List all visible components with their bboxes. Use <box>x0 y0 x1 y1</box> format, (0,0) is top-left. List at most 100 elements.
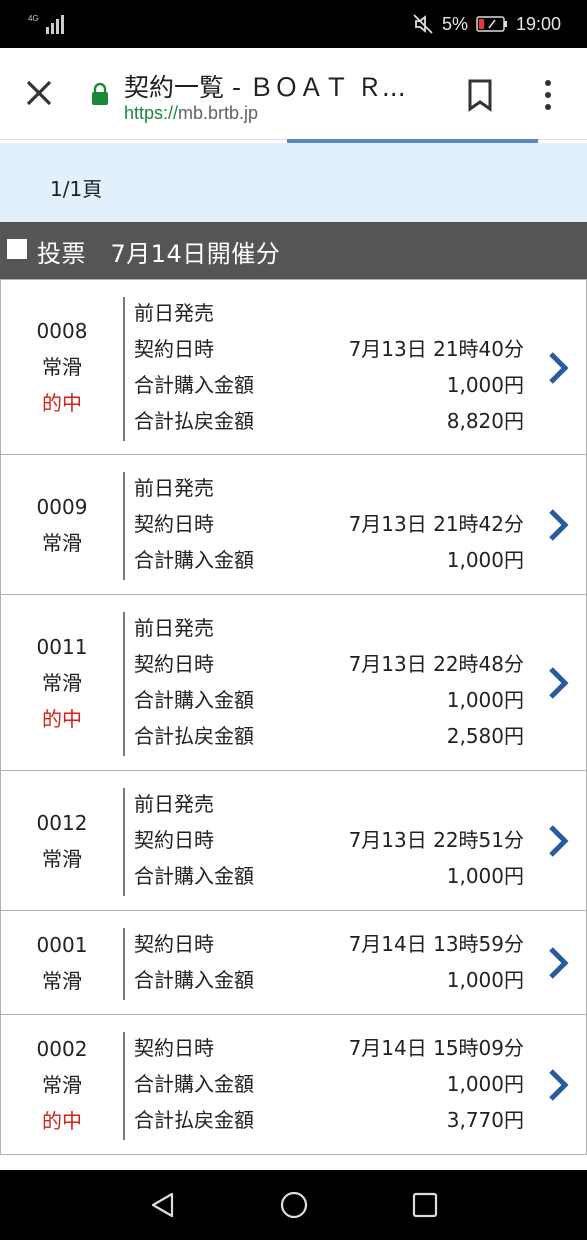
chevron-right-icon[interactable] <box>546 945 570 981</box>
ticket-venue: 常滑 <box>42 530 82 555</box>
detail-row: 合計払戻金額 8,820円 <box>134 403 524 439</box>
detail-value: 7月13日 21時40分 <box>348 337 524 361</box>
detail-row: 合計購入金額 1,000円 <box>134 1066 524 1102</box>
ticket-venue: 常滑 <box>42 355 82 379</box>
ticket-card[interactable]: 0002 常滑 的中 契約日時 7月14日 15時09分 合計購入金額 1,000円 合計払戻… <box>0 1015 587 1155</box>
more-vert-icon[interactable] <box>540 78 556 112</box>
ticket-card[interactable]: 0012 常滑 前日発売契約日時 7月13日 22時51分合計購入金額 1,000円 <box>0 771 587 911</box>
detail-value: 7月13日 22時51分 <box>348 828 524 852</box>
detail-row: 合計購入金額 1,000円 <box>134 962 524 998</box>
ticket-venue: 常滑 <box>42 670 82 695</box>
detail-label: 合計購入金額 <box>134 688 254 712</box>
detail-label: 契約日時 <box>134 932 214 956</box>
detail-label: 契約日時 <box>134 652 214 676</box>
detail-value: 8,820円 <box>446 409 524 433</box>
mute-icon <box>413 14 433 34</box>
ticket-venue: 常滑 <box>42 846 82 871</box>
detail-label: 合計払戻金額 <box>134 1108 254 1132</box>
detail-row: 契約日時 7月13日 22時48分 <box>134 646 524 682</box>
hit-badge: 的中 <box>42 391 82 415</box>
ticket-summary: 0001 常滑 <box>1 911 123 1014</box>
detail-label: 合計購入金額 <box>134 864 254 888</box>
ticket-card[interactable]: 0009 常滑 前日発売契約日時 7月13日 21時42分合計購入金額 1,000円 <box>0 455 587 595</box>
bookmark-icon[interactable] <box>466 78 494 112</box>
detail-value: 1,000円 <box>446 864 524 888</box>
status-bar: 4G 5% 19:00 <box>0 0 587 48</box>
detail-label: 合計購入金額 <box>134 968 254 992</box>
detail-row: 合計購入金額 1,000円 <box>134 542 524 578</box>
column-divider <box>123 928 125 1000</box>
detail-row: 合計払戻金額 2,580円 <box>134 718 524 754</box>
ticket-details: 前日発売 契約日時 7月13日 22時48分 合計購入金額 1,000円 合計払戻金額 2,… <box>134 610 524 754</box>
column-divider <box>123 788 125 896</box>
ticket-details: 契約日時 7月14日 13時59分合計購入金額 1,000円 <box>134 926 524 998</box>
detail-label: 契約日時 <box>134 1036 214 1060</box>
detail-value: 1,000円 <box>446 548 524 572</box>
section-header: 投票 7月14日開催分 <box>0 222 587 279</box>
ticket-number: 0001 <box>36 932 88 957</box>
ticket-venue: 常滑 <box>42 968 82 993</box>
detail-row: 合計購入金額 1,000円 <box>134 858 524 894</box>
chevron-right-icon[interactable] <box>546 1067 570 1103</box>
detail-row: 契約日時 7月13日 21時42分 <box>134 506 524 542</box>
battery-percent: 5% <box>441 13 468 34</box>
back-nav-icon[interactable] <box>148 1190 178 1220</box>
detail-value: 1,000円 <box>446 373 524 397</box>
detail-row: 前日発売 <box>134 295 524 331</box>
detail-label: 前日発売 <box>134 792 214 816</box>
hit-badge: 的中 <box>42 706 82 731</box>
lock-icon <box>92 82 108 105</box>
page-title: 契約一覧 - ＢＯＡＴ Ｒ... <box>124 73 406 102</box>
chevron-right-icon[interactable] <box>546 665 570 701</box>
detail-value: 7月14日 15時09分 <box>348 1036 524 1060</box>
detail-row: 契約日時 7月14日 15時09分 <box>134 1030 524 1066</box>
detail-label: 前日発売 <box>134 476 214 500</box>
column-divider <box>123 612 125 756</box>
ticket-details: 前日発売契約日時 7月13日 22時51分合計購入金額 1,000円 <box>134 786 524 894</box>
ticket-summary: 0009 常滑 <box>1 455 123 594</box>
detail-row: 前日発売 <box>134 786 524 822</box>
ticket-card[interactable]: 0001 常滑 契約日時 7月14日 13時59分合計購入金額 1,000円 <box>0 911 587 1015</box>
detail-label: 契約日時 <box>134 512 214 536</box>
column-divider <box>123 472 125 580</box>
system-nav-bar <box>0 1170 587 1240</box>
detail-row: 前日発売 <box>134 610 524 646</box>
ticket-details: 前日発売契約日時 7月13日 21時42分合計購入金額 1,000円 <box>134 470 524 578</box>
detail-value: 3,770円 <box>446 1108 524 1132</box>
url-host: mb.brtb.jp <box>178 103 259 123</box>
detail-label: 合計購入金額 <box>134 548 254 572</box>
detail-row: 契約日時 7月13日 21時40分 <box>134 331 524 367</box>
detail-row: 契約日時 7月13日 22時51分 <box>134 822 524 858</box>
detail-value: 7月13日 22時48分 <box>348 652 524 676</box>
page-indicator: 1/1頁 <box>50 177 103 201</box>
detail-label: 合計払戻金額 <box>134 724 254 748</box>
close-icon[interactable] <box>22 76 56 110</box>
chevron-right-icon[interactable] <box>546 507 570 543</box>
detail-label: 合計購入金額 <box>134 1072 254 1096</box>
ticket-number: 0002 <box>36 1036 88 1061</box>
ticket-card[interactable]: 0008 常滑 的中 前日発売 契約日時 7月13日 21時40分 合計購入金額 1,000円… <box>0 279 587 455</box>
detail-label: 前日発売 <box>134 301 214 325</box>
column-divider <box>123 297 125 441</box>
home-nav-icon[interactable] <box>279 1190 309 1220</box>
recents-nav-icon[interactable] <box>410 1190 440 1220</box>
detail-row: 合計払戻金額 3,770円 <box>134 1102 524 1138</box>
chevron-right-icon[interactable] <box>546 823 570 859</box>
ticket-summary: 0012 常滑 <box>1 771 123 910</box>
detail-value: 7月14日 13時59分 <box>348 932 524 956</box>
status-time: 19:00 <box>515 13 561 34</box>
detail-value: 1,000円 <box>446 968 524 992</box>
ticket-details: 契約日時 7月14日 15時09分合計購入金額 1,000円合計払戻金額 3,770円 <box>134 1030 524 1138</box>
chevron-right-icon[interactable] <box>546 350 570 386</box>
column-divider <box>123 1032 125 1140</box>
detail-label: 契約日時 <box>134 828 214 852</box>
hit-badge: 的中 <box>42 1108 82 1133</box>
url-bar[interactable]: https://mb.brtb.jp <box>124 103 258 124</box>
svg-text:4G: 4G <box>28 14 39 23</box>
ticket-card[interactable]: 0011 常滑 的中 前日発売 契約日時 7月13日 22時48分 合計購入金額 1,000円… <box>0 595 587 771</box>
detail-value: 7月13日 21時42分 <box>348 512 524 536</box>
detail-label: 合計購入金額 <box>134 373 254 397</box>
ticket-venue: 常滑 <box>42 1072 82 1097</box>
detail-row: 前日発売 <box>134 470 524 506</box>
detail-label: 前日発売 <box>134 616 214 640</box>
